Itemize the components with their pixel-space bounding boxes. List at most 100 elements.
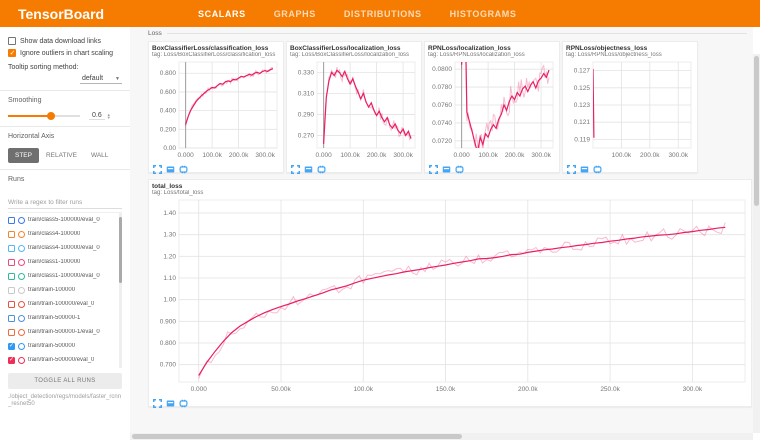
runs-label: Runs <box>8 176 122 183</box>
svg-text:1.40: 1.40 <box>163 210 176 217</box>
axis-relative-button[interactable]: RELATIVE <box>39 148 84 163</box>
run-checkbox-icon[interactable] <box>8 343 15 350</box>
checkbox-checked-icon[interactable] <box>8 49 16 57</box>
run-name: train/train-500000/eval_0 <box>28 357 94 363</box>
chart-plot[interactable]: 0.3300.3100.2900.2700.000100.0k200.0k300… <box>290 59 418 159</box>
run-name: train/class1-100000 <box>28 259 80 265</box>
run-row[interactable]: train/train-500000-1/eval_0 <box>8 325 122 339</box>
svg-text:0.270: 0.270 <box>298 132 315 139</box>
run-checkbox-icon[interactable] <box>8 231 15 238</box>
tooltip-sorting-value: default <box>82 75 103 82</box>
run-checkbox-icon[interactable] <box>8 357 15 364</box>
svg-text:1.20: 1.20 <box>163 253 176 260</box>
svg-text:0.700: 0.700 <box>160 362 177 369</box>
smoothing-value[interactable]: 0.6 <box>89 112 105 120</box>
log-scale-icon[interactable] <box>580 161 589 170</box>
run-checkbox-icon[interactable] <box>8 329 15 336</box>
show-download-links-checkbox[interactable]: Show data download links <box>8 37 122 45</box>
svg-text:0.200: 0.200 <box>160 126 177 133</box>
run-row[interactable]: train/class5-100000/eval_0 <box>8 213 122 227</box>
horizontal-scrollbar-thumb[interactable] <box>132 434 462 439</box>
spinner-icon[interactable]: ▲▼ <box>107 113 111 120</box>
top-tabs: SCALARS GRAPHS DISTRIBUTIONS HISTOGRAMS <box>198 9 516 19</box>
fit-domain-icon[interactable] <box>455 161 464 170</box>
tab-scalars[interactable]: SCALARS <box>198 9 246 19</box>
expand-icon[interactable] <box>153 395 162 404</box>
horizontal-scrollbar[interactable] <box>130 433 753 440</box>
run-checkbox-icon[interactable] <box>8 245 15 252</box>
fit-domain-icon[interactable] <box>317 161 326 170</box>
chart-plot[interactable]: 0.1270.1250.1230.1210.119100.0k200.0k300… <box>566 59 694 159</box>
run-row[interactable]: train/train-500000/eval_0 <box>8 353 122 367</box>
svg-text:0.0720: 0.0720 <box>432 138 452 145</box>
run-checkbox-icon[interactable] <box>8 217 15 224</box>
run-row[interactable]: train/train-500000-1 <box>8 311 122 325</box>
expand-icon[interactable] <box>567 161 576 170</box>
svg-text:0.0780: 0.0780 <box>432 84 452 91</box>
smoothing-label: Smoothing <box>8 97 122 104</box>
run-row[interactable]: train/train-100000 <box>8 283 122 297</box>
expand-icon[interactable] <box>291 161 300 170</box>
run-name: train/class4-100000 <box>28 231 80 237</box>
tab-distributions[interactable]: DISTRIBUTIONS <box>344 9 422 19</box>
chart-tag: tag: Loss/RPNLoss/objectness_loss <box>566 52 694 58</box>
svg-text:100.0k: 100.0k <box>478 152 498 159</box>
axis-wall-button[interactable]: WALL <box>84 148 115 163</box>
svg-text:150.0k: 150.0k <box>436 386 456 393</box>
log-scale-icon[interactable] <box>304 161 313 170</box>
vertical-scrollbar[interactable] <box>753 54 760 433</box>
tab-histograms[interactable]: HISTOGRAMS <box>450 9 517 19</box>
run-checkbox-icon[interactable] <box>8 315 15 322</box>
chart-plot[interactable]: 0.8000.6000.4000.2000.000.000100.0k200.0… <box>152 59 280 159</box>
fit-domain-icon[interactable] <box>593 161 602 170</box>
expand-icon[interactable] <box>429 161 438 170</box>
ignore-outliers-checkbox[interactable]: Ignore outliers in chart scaling <box>8 49 122 57</box>
run-color-ring-icon <box>18 301 25 308</box>
main-area: Loss BoxClassifierLoss/classification_lo… <box>130 27 753 433</box>
svg-text:0.000: 0.000 <box>191 386 208 393</box>
chart-plot[interactable]: 1.401.301.201.101.000.9000.8000.7000.000… <box>152 197 748 393</box>
axis-step-button[interactable]: STEP <box>8 148 39 163</box>
chart-plot[interactable]: 0.08000.07800.07600.07400.07200.000100.0… <box>428 59 556 159</box>
app-title: TensorBoard <box>18 6 158 22</box>
vertical-scrollbar-thumb[interactable] <box>754 56 759 206</box>
run-color-ring-icon <box>18 273 25 280</box>
run-checkbox-icon[interactable] <box>8 287 15 294</box>
fit-domain-icon[interactable] <box>179 161 188 170</box>
runs-filter-input[interactable] <box>8 197 122 209</box>
run-row[interactable]: train/class4-100000 <box>8 227 122 241</box>
divider <box>0 90 130 91</box>
slider-thumb[interactable] <box>47 112 55 120</box>
chart-toolbar <box>152 393 748 406</box>
runs-scrollbar-thumb[interactable] <box>119 217 122 283</box>
chart-title: BoxClassifierLoss/localization_loss <box>290 45 418 52</box>
checkbox-icon[interactable] <box>8 37 16 45</box>
svg-text:100.0k: 100.0k <box>354 386 374 393</box>
log-scale-icon[interactable] <box>166 161 175 170</box>
svg-text:200.0k: 200.0k <box>229 152 249 159</box>
category-label[interactable]: Loss <box>148 30 162 37</box>
expand-icon[interactable] <box>153 161 162 170</box>
fit-domain-icon[interactable] <box>179 395 188 404</box>
chart-toolbar <box>152 159 280 172</box>
chart-tag: tag: Loss/BoxClassifierLoss/classificati… <box>152 52 280 58</box>
toggle-all-runs-button[interactable]: TOGGLE ALL RUNS <box>8 373 122 389</box>
run-name: train/class1-100000/eval_0 <box>28 273 100 279</box>
tab-graphs[interactable]: GRAPHS <box>274 9 316 19</box>
log-scale-icon[interactable] <box>166 395 175 404</box>
divider <box>0 126 130 127</box>
run-row[interactable]: train/class1-100000 <box>8 255 122 269</box>
run-checkbox-icon[interactable] <box>8 273 15 280</box>
smoothing-slider[interactable] <box>8 115 80 117</box>
run-row[interactable]: train/class1-100000/eval_0 <box>8 269 122 283</box>
svg-text:0.400: 0.400 <box>160 108 177 115</box>
run-checkbox-icon[interactable] <box>8 259 15 266</box>
tooltip-sorting-select[interactable]: default ▼ <box>80 74 122 84</box>
run-checkbox-icon[interactable] <box>8 301 15 308</box>
chart-tag: tag: Loss/RPNLoss/localization_loss <box>428 52 556 58</box>
run-row[interactable]: train/train-100000/eval_0 <box>8 297 122 311</box>
run-row[interactable]: train/class4-100000/eval_0 <box>8 241 122 255</box>
run-color-ring-icon <box>18 287 25 294</box>
run-row[interactable]: train/train-500000 <box>8 339 122 353</box>
log-scale-icon[interactable] <box>442 161 451 170</box>
